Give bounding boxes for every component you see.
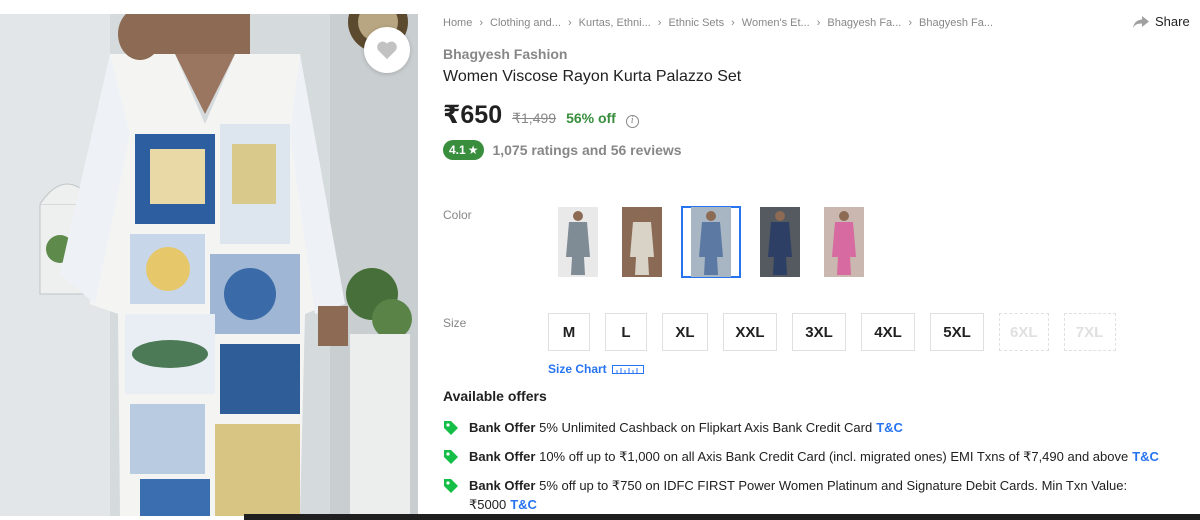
offer-description: 5% off up to ₹750 on IDFC FIRST Power Wo… xyxy=(469,478,1128,512)
chevron-right-icon: › xyxy=(816,17,821,29)
size-option-6xl: 6XL xyxy=(999,313,1049,351)
size-option-m[interactable]: M xyxy=(548,313,590,351)
color-swatch-navy-print-set[interactable] xyxy=(755,206,805,278)
size-option-7xl: 7XL xyxy=(1063,313,1116,351)
color-label: Color xyxy=(443,208,472,222)
breadcrumb-item[interactable]: Bhagyesh Fa... xyxy=(827,17,901,29)
offer-tag-icon xyxy=(444,479,458,493)
size-option-4xl[interactable]: 4XL xyxy=(861,313,915,351)
breadcrumb-item[interactable]: Ethnic Sets xyxy=(668,17,724,29)
offer-description: 5% Unlimited Cashback on Flipkart Axis B… xyxy=(539,420,873,435)
selling-price: ₹650 xyxy=(443,101,503,129)
breadcrumb-item[interactable]: Clothing and... xyxy=(490,17,561,29)
rating-value: 4.1 xyxy=(449,143,466,157)
chevron-right-icon: › xyxy=(479,17,484,29)
info-icon[interactable]: i xyxy=(625,114,639,128)
chevron-right-icon: › xyxy=(908,17,913,29)
discount-percent: 56% off xyxy=(566,110,616,126)
breadcrumb-item[interactable]: Kurtas, Ethni... xyxy=(579,17,651,29)
chevron-right-icon: › xyxy=(731,17,735,29)
size-label: Size xyxy=(443,316,467,330)
rating-badge[interactable]: 4.1 ★ xyxy=(443,140,485,160)
color-swatch-grey-set[interactable] xyxy=(553,206,603,278)
offer-text: Bank Offer 5% off up to ₹750 on IDFC FIR… xyxy=(469,476,1183,514)
available-offers-heading: Available offers xyxy=(443,388,547,404)
ruler-icon xyxy=(611,364,644,374)
share-label: Share xyxy=(1155,14,1190,29)
size-option-l[interactable]: L xyxy=(605,313,647,351)
breadcrumb-item[interactable]: Women's Et... xyxy=(742,17,810,29)
size-option-5xl[interactable]: 5XL xyxy=(930,313,984,351)
breadcrumb-item[interactable]: Bhagyesh Fa... xyxy=(919,17,993,29)
offer-item: Bank Offer 5% Unlimited Cashback on Flip… xyxy=(443,418,1183,437)
wishlist-button[interactable] xyxy=(364,27,410,73)
size-option-xl[interactable]: XL xyxy=(662,313,708,351)
swatch-thumbnail xyxy=(760,207,800,277)
offer-type: Bank Offer xyxy=(469,478,536,493)
offer-item: Bank Offer 10% off up to ₹1,000 on all A… xyxy=(443,447,1183,466)
product-main-image[interactable] xyxy=(0,14,418,516)
offer-type: Bank Offer xyxy=(469,449,536,464)
rating-row: 4.1 ★ 1,075 ratings and 56 reviews xyxy=(443,140,682,160)
chevron-right-icon: › xyxy=(567,17,572,29)
offers-list: Bank Offer 5% Unlimited Cashback on Flip… xyxy=(443,418,1183,520)
product-gallery xyxy=(0,0,420,520)
color-swatch-blue-print-set[interactable] xyxy=(681,206,741,278)
terms-link[interactable]: T&C xyxy=(1132,449,1159,464)
share-button[interactable]: Share xyxy=(1133,14,1190,29)
swatch-thumbnail xyxy=(558,207,598,277)
offer-tag-icon xyxy=(444,421,458,435)
offer-text: Bank Offer 5% Unlimited Cashback on Flip… xyxy=(469,418,1183,437)
ratings-reviews-count[interactable]: 1,075 ratings and 56 reviews xyxy=(492,142,681,158)
original-price: ₹1,499 xyxy=(512,110,557,126)
breadcrumb: Home › Clothing and... › Kurtas, Ethni... › Et… xyxy=(443,17,993,29)
heart-icon xyxy=(377,41,397,60)
price-row: ₹650 ₹1,499 56% off i xyxy=(443,100,639,130)
brand-name[interactable]: Bhagyesh Fashion xyxy=(443,46,567,62)
swatch-thumbnail xyxy=(622,207,662,277)
color-swatch-pink-set[interactable] xyxy=(819,206,869,278)
size-option-3xl[interactable]: 3XL xyxy=(792,313,846,351)
offer-item: Bank Offer 5% off up to ₹750 on IDFC FIR… xyxy=(443,476,1183,514)
offer-tag-icon xyxy=(444,450,458,464)
size-chart-label: Size Chart xyxy=(548,362,607,376)
star-icon: ★ xyxy=(467,143,479,157)
color-swatch-brown-set[interactable] xyxy=(617,206,667,278)
product-title: Women Viscose Rayon Kurta Palazzo Set xyxy=(443,68,742,85)
size-option-xxl[interactable]: XXL xyxy=(723,313,777,351)
size-options: M L XL XXL 3XL 4XL 5XL 6XL 7XL xyxy=(548,313,1116,351)
swatch-thumbnail xyxy=(824,207,864,277)
offer-text: Bank Offer 10% off up to ₹1,000 on all A… xyxy=(469,447,1183,466)
terms-link[interactable]: T&C xyxy=(876,420,903,435)
product-photo xyxy=(0,14,418,516)
offer-type: Bank Offer xyxy=(469,420,536,435)
chevron-right-icon: › xyxy=(657,17,662,29)
size-chart-link[interactable]: Size Chart xyxy=(548,362,644,376)
breadcrumb-item[interactable]: Home xyxy=(443,17,472,29)
color-swatches xyxy=(553,206,869,278)
swatch-thumbnail xyxy=(691,207,731,277)
terms-link[interactable]: T&C xyxy=(510,497,537,512)
offer-description: 10% off up to ₹1,000 on all Axis Bank Cr… xyxy=(539,449,1129,464)
share-icon xyxy=(1133,15,1149,28)
